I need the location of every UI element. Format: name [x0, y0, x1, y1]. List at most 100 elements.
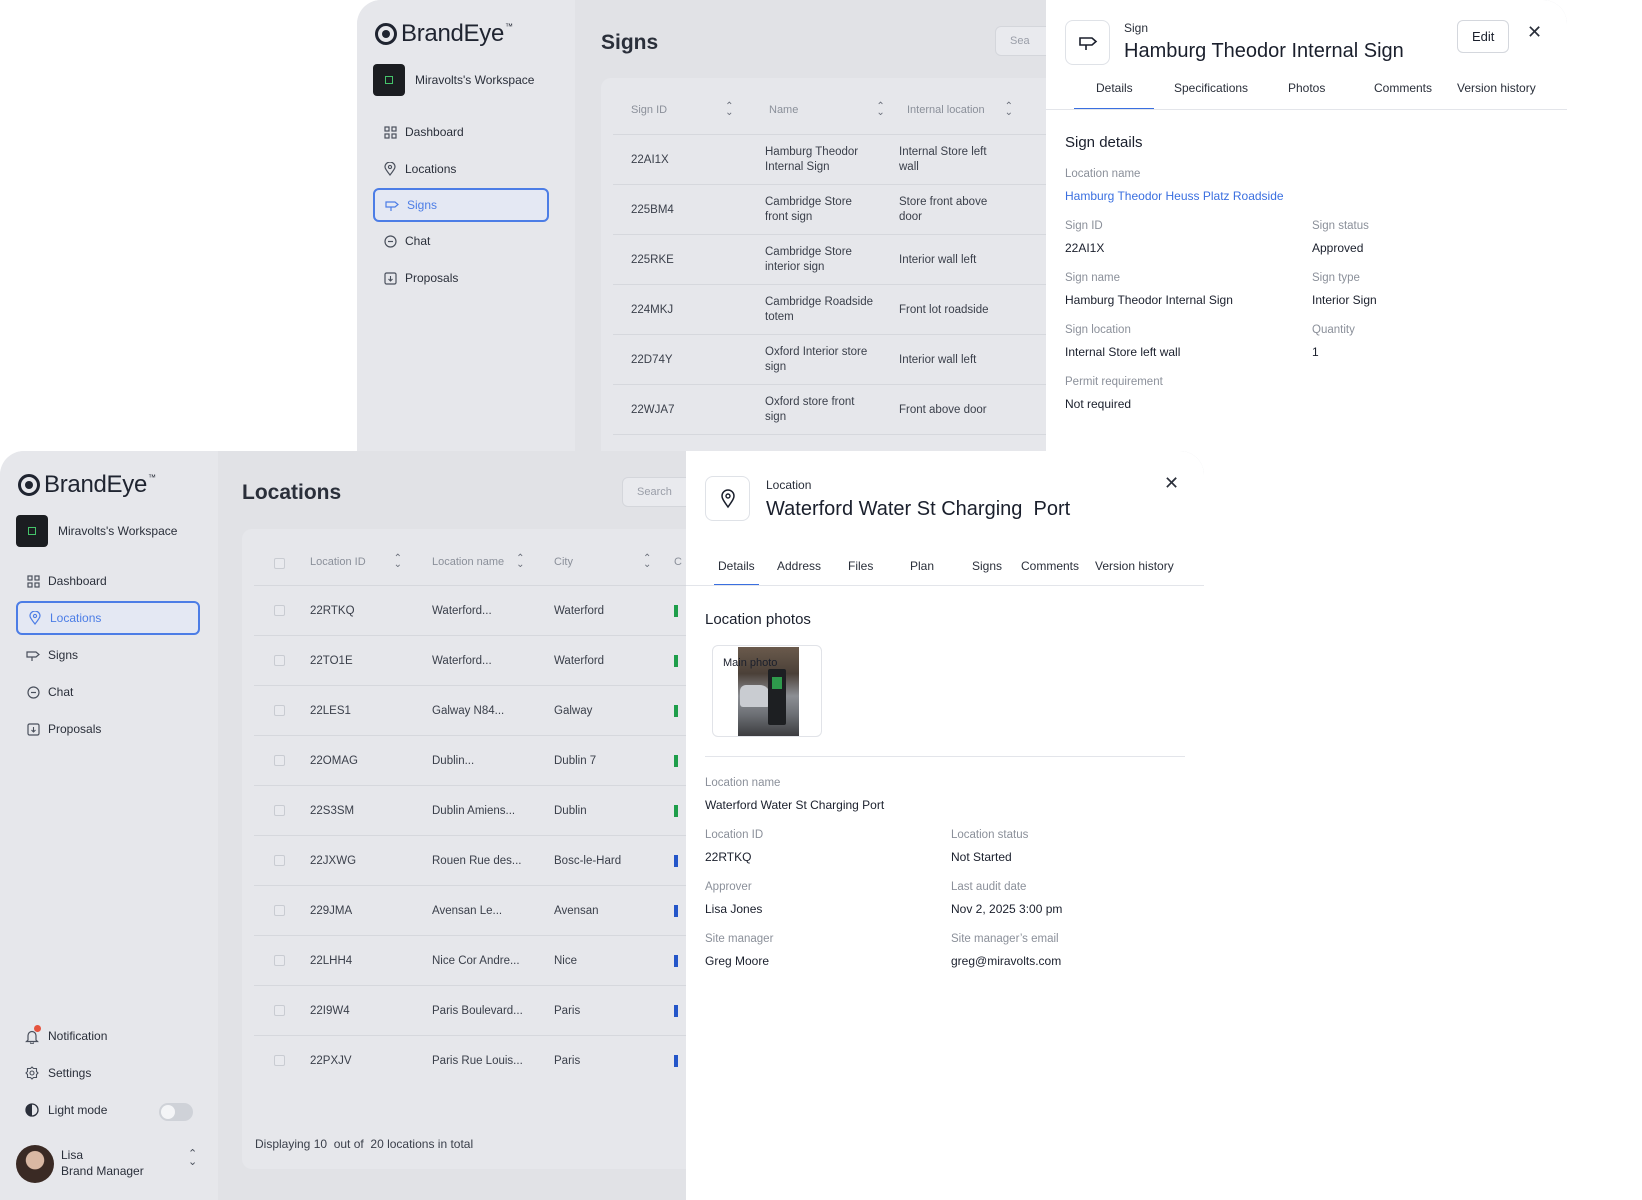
row-checkbox[interactable] — [274, 1005, 285, 1016]
close-icon[interactable]: ✕ — [1527, 22, 1542, 43]
column-header-sign-id[interactable]: Sign ID ⌃ ⌄ — [631, 102, 733, 118]
tab-specifications[interactable]: Specifications — [1174, 81, 1248, 95]
tab-photos[interactable]: Photos — [1288, 81, 1325, 95]
sidebar-item-dashboard[interactable]: Dashboard — [16, 565, 200, 597]
sidebar-item-notification[interactable]: Notification — [24, 1025, 107, 1044]
panel-kicker: Sign — [1124, 21, 1149, 35]
location-name-cell: Dublin Amiens... — [432, 805, 516, 817]
location-id-cell: 22S3SM — [310, 805, 355, 817]
table-row[interactable]: 22I9W4 Paris Boulevard... Paris — [254, 985, 712, 1035]
row-checkbox[interactable] — [274, 855, 285, 866]
signpost-icon — [26, 648, 40, 662]
table-row[interactable]: 22TO1E Waterford... Waterford — [254, 635, 712, 685]
location-detail-panel: Location Waterford Water St Charging Por… — [686, 451, 1204, 1200]
tab-comments[interactable]: Comments — [1021, 559, 1079, 573]
row-checkbox[interactable] — [274, 705, 285, 716]
map-pin-icon — [705, 476, 750, 521]
tab-files[interactable]: Files — [848, 559, 873, 573]
table-row[interactable]: 225RKE Cambridge Store interior sign Int… — [613, 234, 1061, 284]
sidebar-item-settings[interactable]: Settings — [24, 1065, 91, 1081]
sidebar-item-proposals[interactable]: Proposals — [373, 262, 549, 294]
workspace-switcher[interactable]: Miravolts's Workspace — [373, 64, 534, 96]
table-row[interactable]: 22WJA7 Oxford store front sign Front abo… — [613, 384, 1061, 434]
sort-icon[interactable]: ⌃ ⌄ — [1005, 102, 1013, 118]
user-menu-chevron-icon[interactable]: ⌃ ⌄ — [188, 1148, 197, 1167]
workspace-switcher[interactable]: Miravolts's Workspace — [16, 515, 177, 547]
row-checkbox[interactable] — [274, 605, 285, 616]
row-checkbox[interactable] — [274, 655, 285, 666]
sidebar-item-locations[interactable]: Locations — [373, 153, 549, 185]
panel-title: Hamburg Theodor Internal Sign — [1124, 40, 1404, 62]
row-checkbox[interactable] — [274, 805, 285, 816]
table-row[interactable]: 22OMAG Dublin... Dublin 7 — [254, 735, 712, 785]
table-row[interactable]: 22PXJV Paris Rue Louis... Paris — [254, 1035, 712, 1085]
tab-version-history[interactable]: Version history — [1095, 559, 1174, 573]
sign-detail-panel: Sign Hamburg Theodor Internal Sign Edit … — [1046, 0, 1567, 460]
city-cell: Paris — [554, 1005, 581, 1017]
column-header-status[interactable]: C — [674, 556, 682, 568]
select-all-checkbox[interactable] — [274, 558, 285, 569]
table-row[interactable]: 22D74Y Oxford Interior store sign Interi… — [613, 334, 1061, 384]
tab-address[interactable]: Address — [777, 559, 821, 573]
city-cell: Avensan — [554, 905, 599, 917]
sort-icon[interactable]: ⌃ ⌄ — [876, 102, 884, 118]
user-name: Lisa — [61, 1148, 84, 1162]
sidebar-item-signs[interactable]: Signs — [373, 188, 549, 222]
table-row[interactable]: 225BM4 Cambridge Store front sign Store … — [613, 184, 1061, 234]
table-row[interactable]: 224MKJ Cambridge Roadside totem Front lo… — [613, 284, 1061, 334]
column-header-location-id[interactable]: Location ID ⌃ ⌄ — [310, 554, 402, 570]
row-checkbox[interactable] — [274, 1055, 285, 1066]
locations-table: Location ID ⌃ ⌄ Location name ⌃ ⌄ City ⌃ ⌄ C 2… — [242, 529, 712, 1169]
pagination-summary: Displaying 10 out of 20 locations in tot… — [255, 1137, 474, 1151]
sidebar-item-chat[interactable]: Chat — [16, 676, 200, 708]
tab-comments[interactable]: Comments — [1374, 81, 1432, 95]
photo-label: Main photo — [723, 657, 778, 669]
tab-version-history[interactable]: Version history — [1457, 81, 1536, 95]
close-icon[interactable]: ✕ — [1164, 473, 1179, 494]
grid-icon — [383, 125, 397, 139]
table-row[interactable]: 22JXWG Rouen Rue des... Bosc-le-Hard — [254, 835, 712, 885]
edit-button[interactable]: Edit — [1457, 20, 1510, 53]
sort-icon[interactable]: ⌃ ⌄ — [516, 554, 524, 570]
location-id-cell: 22RTKQ — [310, 605, 355, 617]
sort-icon[interactable]: ⌃ ⌄ — [643, 554, 651, 570]
column-header-internal-location[interactable]: Internal location ⌃ ⌄ — [907, 102, 1013, 118]
status-indicator — [674, 805, 678, 817]
tab-signs[interactable]: Signs — [972, 559, 1002, 573]
section-title: Location photos — [705, 611, 811, 628]
page-title: Signs — [601, 31, 659, 54]
location-name-link[interactable]: Hamburg Theodor Heuss Platz Roadside — [1065, 189, 1284, 203]
table-row[interactable]: 22AI1X Hamburg Theodor Internal Sign Int… — [613, 134, 1061, 184]
signpost-icon — [385, 198, 399, 212]
row-checkbox[interactable] — [274, 905, 285, 916]
table-row[interactable]: 22LHH4 Nice Cor Andre... Nice — [254, 935, 712, 985]
table-row[interactable]: 22LES1 Galway N84... Galway — [254, 685, 712, 735]
sidebar-item-chat[interactable]: Chat — [373, 225, 549, 257]
location-id-cell: 22TO1E — [310, 655, 353, 667]
row-checkbox[interactable] — [274, 955, 285, 966]
main-photo-card[interactable]: Main photo — [712, 645, 822, 737]
column-header-location-name[interactable]: Location name ⌃ ⌄ — [432, 554, 525, 570]
sort-icon[interactable]: ⌃ ⌄ — [394, 554, 402, 570]
column-header-name[interactable]: Name ⌃ ⌄ — [769, 102, 885, 118]
tab-plan[interactable]: Plan — [910, 559, 934, 573]
column-header-city[interactable]: City ⌃ ⌄ — [554, 554, 651, 570]
sort-icon[interactable]: ⌃ ⌄ — [725, 102, 733, 118]
tab-details[interactable]: Details — [1096, 81, 1133, 95]
light-mode-toggle[interactable] — [159, 1103, 193, 1121]
tab-details[interactable]: Details — [718, 559, 755, 573]
table-row[interactable]: 229JMA Avensan Le... Avensan — [254, 885, 712, 935]
city-cell: Paris — [554, 1055, 581, 1067]
sidebar-item-proposals[interactable]: Proposals — [16, 713, 200, 745]
row-checkbox[interactable] — [274, 755, 285, 766]
locations-sidebar: BrandEye ™ Miravolts's Workspace Dashboar… — [0, 451, 218, 1200]
grid-icon — [26, 574, 40, 588]
avatar[interactable] — [16, 1145, 54, 1183]
status-indicator — [674, 1055, 678, 1067]
sidebar-item-locations[interactable]: Locations — [16, 601, 200, 635]
table-row[interactable]: 22RTKQ Waterford... Waterford — [254, 585, 712, 635]
table-row[interactable]: 22S3SM Dublin Amiens... Dublin — [254, 785, 712, 835]
sidebar-item-signs[interactable]: Signs — [16, 639, 200, 671]
location-name-cell: Paris Boulevard... — [432, 1005, 523, 1017]
sidebar-item-dashboard[interactable]: Dashboard — [373, 116, 549, 148]
